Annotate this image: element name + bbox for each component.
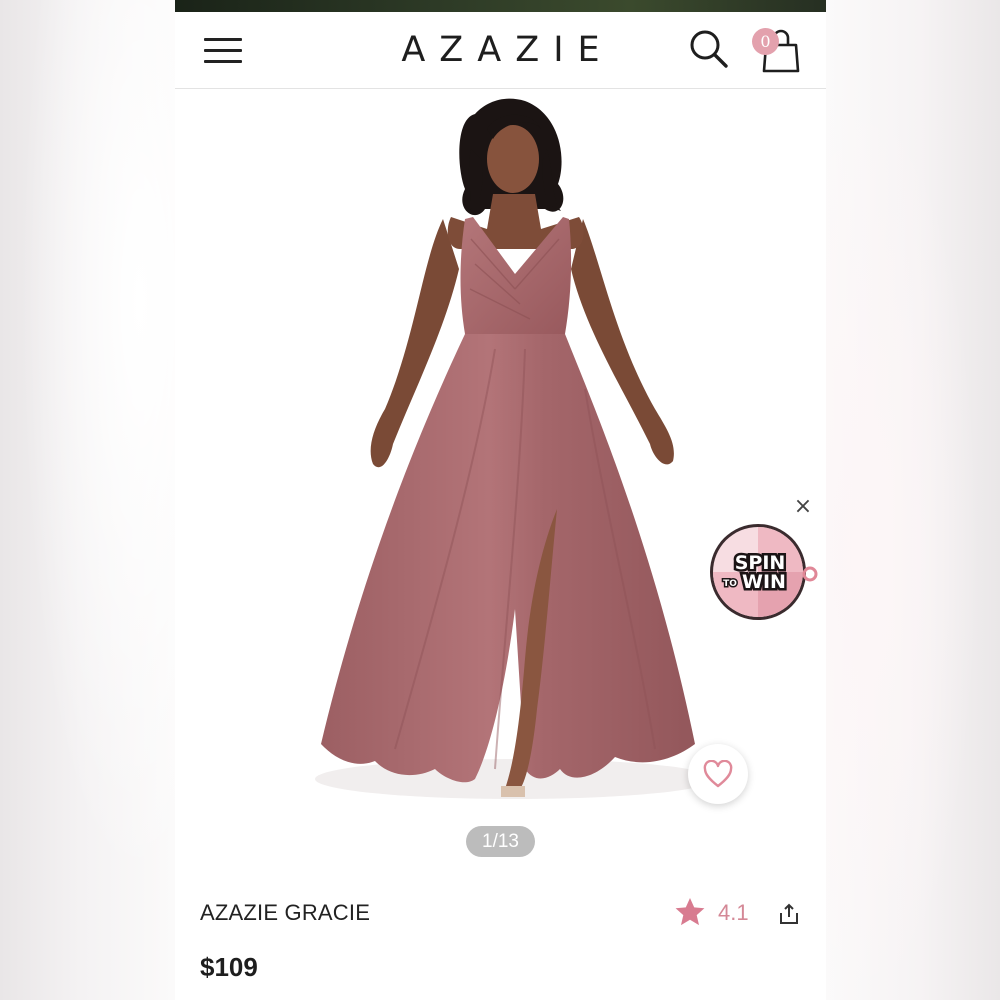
share-icon[interactable] — [777, 902, 801, 926]
rating-value: 4.1 — [718, 900, 749, 925]
product-image[interactable] — [175, 89, 826, 824]
close-promo-button[interactable]: × — [792, 496, 814, 518]
to-text: TO — [723, 579, 737, 589]
heart-icon — [703, 760, 733, 788]
win-text: WIN — [742, 571, 786, 593]
status-strip — [175, 0, 826, 12]
spin-to-win-badge[interactable]: SPIN TO WIN — [708, 522, 823, 622]
search-icon[interactable] — [688, 28, 730, 70]
star-icon — [675, 898, 705, 926]
product-price: $109 — [200, 952, 258, 982]
phone-screen: AZAZIE 0 × SPIN TO WIN 1/13 AZAZIE GRACI… — [175, 0, 826, 1000]
wishlist-button[interactable] — [688, 744, 748, 804]
background-right — [825, 0, 1000, 1000]
image-counter: 1/13 — [466, 826, 535, 857]
site-header: AZAZIE 0 — [175, 12, 826, 89]
product-title: AZAZIE GRACIE — [200, 900, 371, 925]
shopping-bag-icon[interactable]: 0 — [752, 26, 804, 74]
background-left — [0, 0, 175, 1000]
dress-illustration — [315, 98, 715, 799]
cart-count-badge: 0 — [752, 28, 779, 55]
